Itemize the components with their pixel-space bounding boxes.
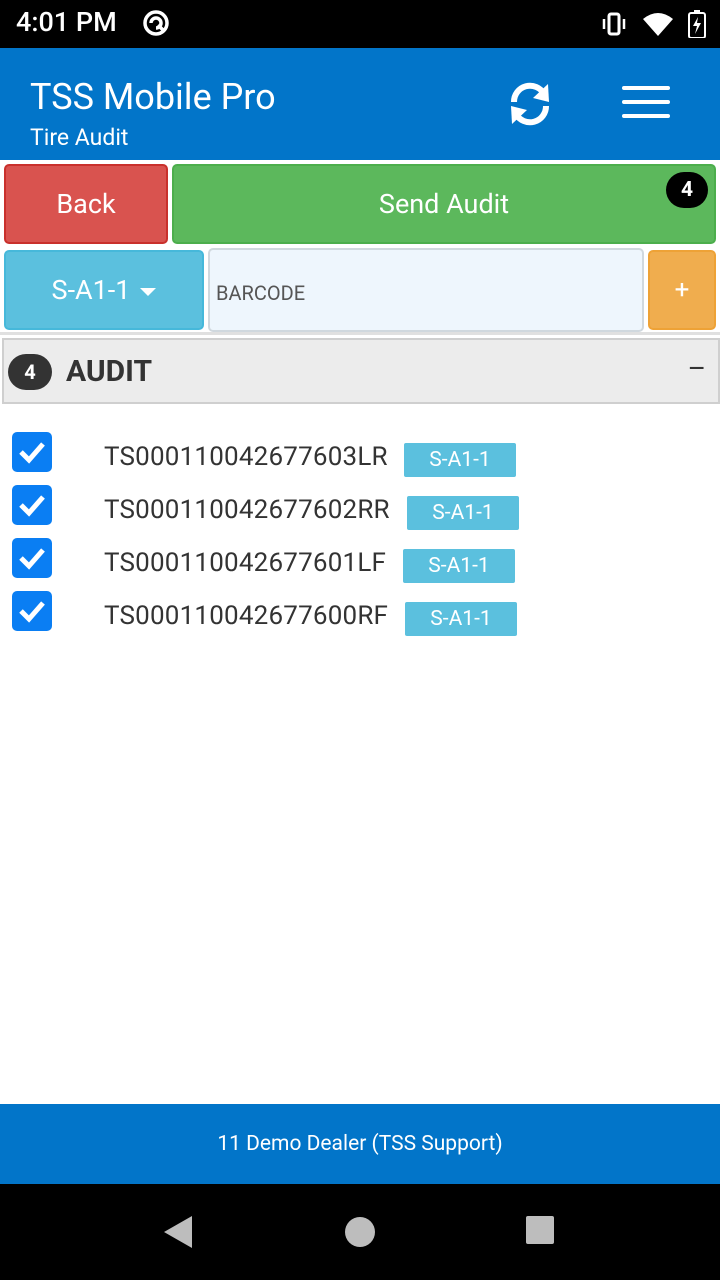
divider — [0, 332, 720, 335]
app-title: TSS Mobile Pro — [30, 76, 276, 118]
footer-text: 11 Demo Dealer (TSS Support) — [217, 1132, 503, 1156]
back-button[interactable]: Back — [4, 164, 168, 244]
audit-section-title: AUDIT — [66, 354, 153, 389]
hamburger-menu-icon[interactable] — [622, 86, 670, 122]
item-checkbox[interactable] — [12, 485, 52, 525]
collapse-icon[interactable]: – — [688, 352, 706, 385]
barcode-input[interactable] — [208, 248, 644, 332]
list-item: TS000110042677603LR S-A1-1 — [0, 432, 720, 480]
nav-recents-icon[interactable] — [526, 1216, 554, 1244]
checkmark-icon — [19, 495, 45, 517]
status-bar: 4:01 PM 4 — [0, 0, 720, 48]
item-checkbox[interactable] — [12, 432, 52, 472]
battery-charging-icon — [688, 10, 706, 38]
checkmark-icon — [19, 548, 45, 570]
footer: 11 Demo Dealer (TSS Support) — [0, 1104, 720, 1184]
tire-id: TS000110042677603LR — [104, 442, 388, 472]
status-time: 4:01 PM — [16, 6, 117, 38]
add-button[interactable]: + — [648, 250, 716, 330]
sync-icon[interactable] — [504, 78, 556, 130]
wifi-icon: 4 — [643, 13, 673, 37]
system-nav-bar — [0, 1184, 720, 1280]
location-tag: S-A1-1 — [405, 602, 517, 636]
checkmark-icon — [19, 601, 45, 623]
list-item: TS000110042677601LF S-A1-1 — [0, 538, 720, 586]
nav-back-icon[interactable] — [164, 1216, 194, 1248]
item-checkbox[interactable] — [12, 591, 52, 631]
location-tag: S-A1-1 — [403, 549, 515, 583]
checkmark-icon — [19, 442, 45, 464]
list-item: TS000110042677600RF S-A1-1 — [0, 591, 720, 639]
do-not-disturb-icon — [143, 10, 169, 36]
location-dropdown-label: S-A1-1 — [51, 274, 131, 306]
app-bar: TSS Mobile Pro Tire Audit — [0, 48, 720, 160]
location-tag: S-A1-1 — [404, 443, 516, 477]
page-subtitle: Tire Audit — [30, 124, 129, 151]
tire-id: TS000110042677601LF — [104, 548, 387, 578]
svg-text:4: 4 — [664, 27, 670, 37]
send-count-badge: 4 — [666, 172, 708, 208]
caret-down-icon — [140, 288, 157, 296]
item-checkbox[interactable] — [12, 538, 52, 578]
list-item: TS000110042677602RR S-A1-1 — [0, 485, 720, 533]
send-audit-button[interactable]: Send Audit — [172, 164, 716, 244]
audit-section-header[interactable]: 4 AUDIT – — [2, 338, 720, 404]
tire-id: TS000110042677600RF — [104, 601, 389, 631]
location-tag: S-A1-1 — [407, 496, 519, 530]
location-dropdown[interactable]: S-A1-1 — [4, 250, 204, 330]
tire-id: TS000110042677602RR — [104, 495, 390, 525]
vibrate-icon — [602, 12, 626, 36]
audit-count-badge: 4 — [8, 354, 52, 390]
nav-home-icon[interactable] — [344, 1216, 376, 1248]
